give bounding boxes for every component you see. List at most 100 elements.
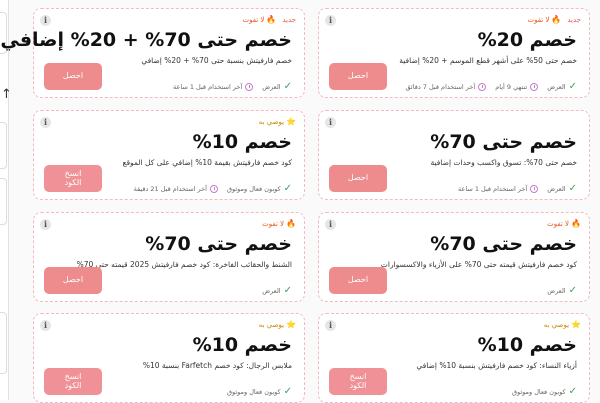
coupon-description: كود خصم فارفيتش قيمته حتى 70% على الأزيا…	[380, 260, 577, 269]
coupon-meta: ✓ كوبون فعال وموثوق	[512, 387, 577, 397]
sidebar-fragment	[0, 122, 7, 169]
last-used-text: آخر استخدام قبل 1 ساعة	[172, 83, 243, 91]
coupon-tags: ⭐ يوصي به	[544, 320, 581, 329]
info-icon[interactable]: i	[325, 15, 336, 26]
coupon-description: خصم فارفيتش بنسبة حتى 70% + 20% إضافي	[141, 56, 292, 65]
coupon-tags: 🔥 لا تفوت	[547, 219, 581, 228]
info-icon[interactable]: i	[40, 117, 51, 128]
clock-icon	[530, 83, 539, 91]
coupon-card: i خصم حتى 70% خصم حتى 70%: تسوق واكسب وحدا…	[318, 110, 590, 200]
info-icon[interactable]: i	[325, 320, 336, 331]
scroll-up-arrow-icon[interactable]: ↑	[1, 88, 12, 101]
check-label: العرض	[547, 287, 566, 295]
coupon-description: الشنط والحقائب الفاخرة: كود خصم فارفيتش …	[76, 260, 292, 269]
tag-dont_miss: 🔥 لا تفوت	[242, 15, 277, 24]
fire-icon: 🔥	[551, 15, 562, 24]
coupon-meta: ✓ كوبون فعال وموثوق آخر استخدام قبل 21 دقي…	[134, 184, 292, 194]
tag-new: جديد	[282, 15, 296, 24]
coupon-title: خصم 20%	[477, 29, 577, 51]
tag-new: جديد	[567, 15, 581, 24]
check-icon: ✓	[283, 81, 292, 92]
coupon-title: خصم حتى 70%	[430, 131, 577, 153]
clock-icon	[530, 185, 539, 193]
star-icon: ⭐	[286, 117, 296, 126]
check-icon: ✓	[283, 183, 292, 194]
tag-dont_miss: 🔥 لا تفوت	[547, 219, 581, 228]
copy-code-button[interactable]: انسخ الكود	[44, 165, 102, 192]
check-icon: ✓	[568, 285, 577, 296]
check-icon: ✓	[283, 386, 292, 397]
info-icon[interactable]: i	[40, 15, 51, 26]
info-icon[interactable]: i	[325, 219, 336, 230]
get-deal-button[interactable]: احصل	[329, 63, 387, 90]
get-deal-button[interactable]: احصل	[329, 267, 387, 294]
coupon-description: أزياء النساء: كود خصم فارفيتش بنسبة 10% …	[416, 361, 577, 370]
get-deal-button[interactable]: احصل	[329, 165, 387, 192]
coupon-meta: ✓ العرض	[547, 286, 577, 296]
last-used-text: آخر استخدام قبل 7 دقائق	[405, 83, 476, 91]
coupon-card: i 🔥 لا تفوت خصم حتى 70% الشنط والحقائب الفاخ…	[33, 212, 305, 302]
coupon-title: خصم 10%	[477, 334, 577, 356]
fire-icon: 🔥	[266, 15, 277, 24]
clock-icon	[209, 185, 218, 193]
coupon-title: خصم 10%	[192, 334, 292, 356]
tag-recommended: ⭐ يوصي به	[258, 320, 296, 329]
coupon-tags: 🔥 لا تفوت	[262, 219, 296, 228]
fire-icon: 🔥	[286, 219, 296, 228]
copy-code-button[interactable]: انسخ الكود	[44, 368, 102, 395]
get-deal-button[interactable]: احصل	[44, 267, 102, 294]
sidebar-fragment	[0, 178, 7, 225]
coupon-card: i ⭐ يوصي به خصم 10% كود خصم فارفيتش بقيمة 10…	[33, 110, 305, 200]
check-icon: ✓	[568, 386, 577, 397]
info-icon[interactable]: i	[40, 320, 51, 331]
check-icon: ✓	[568, 81, 577, 92]
check-label: كوبون فعال وموثوق	[226, 388, 281, 396]
check-label: العرض	[547, 83, 566, 91]
coupon-description: ملابس الرجال: كود خصم Farfetch بنسبة 10%	[142, 361, 292, 370]
get-deal-button[interactable]: احصل	[44, 63, 102, 90]
coupon-description: خصم حتى 70%: تسوق واكسب وحدات إضافية	[430, 158, 577, 167]
coupon-meta: ✓ العرض	[262, 286, 292, 296]
coupon-card: i جديد 🔥 لا تفوت خصم 20% خصم حتى 50% على أشهر…	[318, 8, 590, 98]
star-icon: ⭐	[571, 320, 581, 329]
coupon-card: i جديد 🔥 لا تفوت خصم حتى 70% + 20% إضافي خصم …	[0, 8, 305, 98]
coupon-title: خصم حتى 70%	[430, 233, 577, 255]
coupon-tags: جديد 🔥 لا تفوت	[527, 15, 581, 24]
coupon-tags: ⭐ يوصي به	[259, 117, 296, 126]
clock-icon	[245, 83, 254, 91]
tag-recommended: ⭐ يوصي به	[543, 320, 581, 329]
coupon-meta: ✓ العرض آخر استخدام قبل 1 ساعة	[458, 184, 577, 194]
fire-icon: 🔥	[571, 219, 581, 228]
coupon-title: خصم حتى 70%	[145, 233, 292, 255]
copy-code-button[interactable]: انسخ الكود	[329, 368, 387, 395]
tag-dont_miss: 🔥 لا تفوت	[262, 219, 296, 228]
coupon-title: خصم 10%	[192, 131, 292, 153]
check-label: كوبون فعال وموثوق	[226, 185, 281, 193]
info-icon[interactable]: i	[325, 117, 336, 128]
star-icon: ⭐	[286, 320, 296, 329]
coupon-card: i ⭐ يوصي به خصم 10% أزياء النساء: كود خصم فا…	[318, 313, 590, 403]
coupon-tags: ⭐ يوصي به	[259, 320, 296, 329]
expiry-text: تنتهي 9 أيام	[495, 83, 528, 91]
clock-icon	[478, 83, 487, 91]
coupon-title: خصم حتى 70% + 20% إضافي	[0, 29, 292, 51]
tag-dont_miss: 🔥 لا تفوت	[527, 15, 562, 24]
coupon-meta: ✓ العرض آخر استخدام قبل 1 ساعة	[173, 82, 292, 92]
coupon-description: خصم حتى 50% على أشهر قطع الموسم + 20% إض…	[399, 56, 577, 65]
check-label: العرض	[547, 185, 566, 193]
coupon-card: i ⭐ يوصي به خصم 10% ملابس الرجال: كود خصم Fa…	[33, 313, 305, 403]
check-icon: ✓	[568, 183, 577, 194]
info-icon[interactable]: i	[40, 219, 51, 230]
coupon-description: كود خصم فارفيتش بقيمة 10% إضافي على كل ا…	[122, 158, 292, 167]
tag-recommended: ⭐ يوصي به	[258, 117, 296, 126]
last-used-text: آخر استخدام قبل 21 دقيقة	[133, 185, 207, 193]
coupon-meta: ✓ العرض تنتهي 9 أيام آخر استخدام قبل 7 دقائ…	[406, 82, 578, 92]
check-label: العرض	[262, 287, 281, 295]
check-icon: ✓	[283, 285, 292, 296]
check-label: العرض	[262, 83, 281, 91]
coupon-tags: جديد 🔥 لا تفوت	[242, 15, 296, 24]
last-used-text: آخر استخدام قبل 1 ساعة	[457, 185, 528, 193]
coupon-card: i 🔥 لا تفوت خصم حتى 70% كود خصم فارفيتش قيمت…	[318, 212, 590, 302]
check-label: كوبون فعال وموثوق	[511, 388, 566, 396]
coupon-meta: ✓ كوبون فعال وموثوق	[227, 387, 292, 397]
